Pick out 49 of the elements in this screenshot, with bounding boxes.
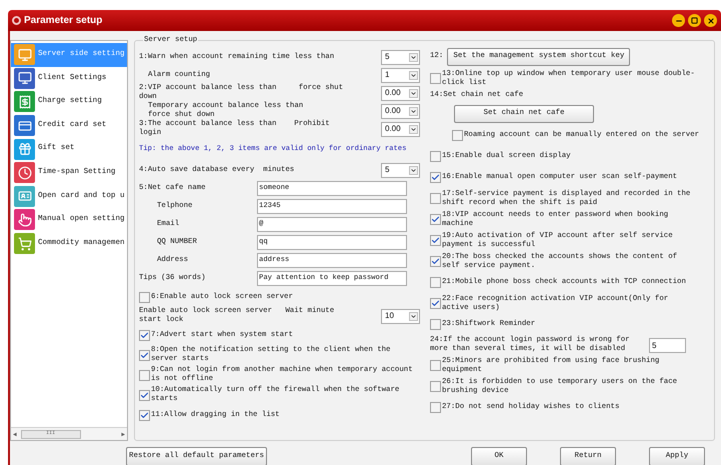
dropdown-arrow-icon <box>409 106 418 116</box>
hand-icon <box>14 209 35 230</box>
checkbox[interactable] <box>430 402 441 413</box>
checkbox[interactable] <box>430 256 441 267</box>
checkbox[interactable] <box>430 319 441 330</box>
dropdown-arrow-icon <box>409 124 418 134</box>
window-title: Parameter setup <box>24 14 102 28</box>
dropdown[interactable]: 0.00 <box>381 122 420 136</box>
input-field[interactable]: 5 <box>649 338 686 352</box>
monitor-icon <box>14 44 35 66</box>
checkbox[interactable] <box>452 130 463 141</box>
checkbox[interactable] <box>430 381 441 392</box>
maximize-icon <box>691 17 698 24</box>
dropdown[interactable]: 5 <box>381 50 420 64</box>
shopping-cart-icon <box>14 233 35 254</box>
close-button[interactable] <box>704 14 717 27</box>
gift-icon <box>14 138 35 160</box>
dropdown[interactable]: 10 <box>381 308 420 324</box>
app-icon <box>12 16 21 25</box>
maximize-button[interactable] <box>688 14 701 27</box>
dropdown[interactable]: 0.00 <box>381 104 420 118</box>
checkbox[interactable] <box>430 360 441 371</box>
checkbox[interactable] <box>430 298 441 309</box>
monitor-icon <box>14 68 35 89</box>
checkbox[interactable] <box>430 151 441 162</box>
checkbox[interactable] <box>139 390 150 401</box>
receipt-icon <box>14 91 35 112</box>
checkbox[interactable] <box>430 235 441 246</box>
checkbox[interactable] <box>430 277 441 288</box>
clock-icon <box>14 162 35 184</box>
close-icon <box>706 16 714 24</box>
checkbox[interactable] <box>139 410 150 421</box>
checkbox[interactable] <box>139 350 150 361</box>
checkbox[interactable] <box>430 172 441 183</box>
checkbox[interactable] <box>139 292 150 303</box>
checkbox[interactable] <box>430 193 441 204</box>
credit-card-icon <box>14 115 35 136</box>
dropdown-arrow-icon <box>409 52 418 62</box>
dropdown-arrow-icon <box>409 88 418 98</box>
dropdown-arrow-icon <box>409 70 418 80</box>
checkbox[interactable] <box>139 370 150 381</box>
checkbox[interactable] <box>139 330 150 341</box>
checkbox[interactable] <box>430 214 441 225</box>
id-card-icon <box>14 186 35 207</box>
checkbox[interactable] <box>430 73 441 84</box>
dropdown[interactable]: 5 <box>381 162 420 178</box>
dropdown[interactable]: 0.00 <box>381 86 420 100</box>
dropdown[interactable]: 1 <box>381 68 420 82</box>
minimize-button[interactable] <box>672 14 685 27</box>
